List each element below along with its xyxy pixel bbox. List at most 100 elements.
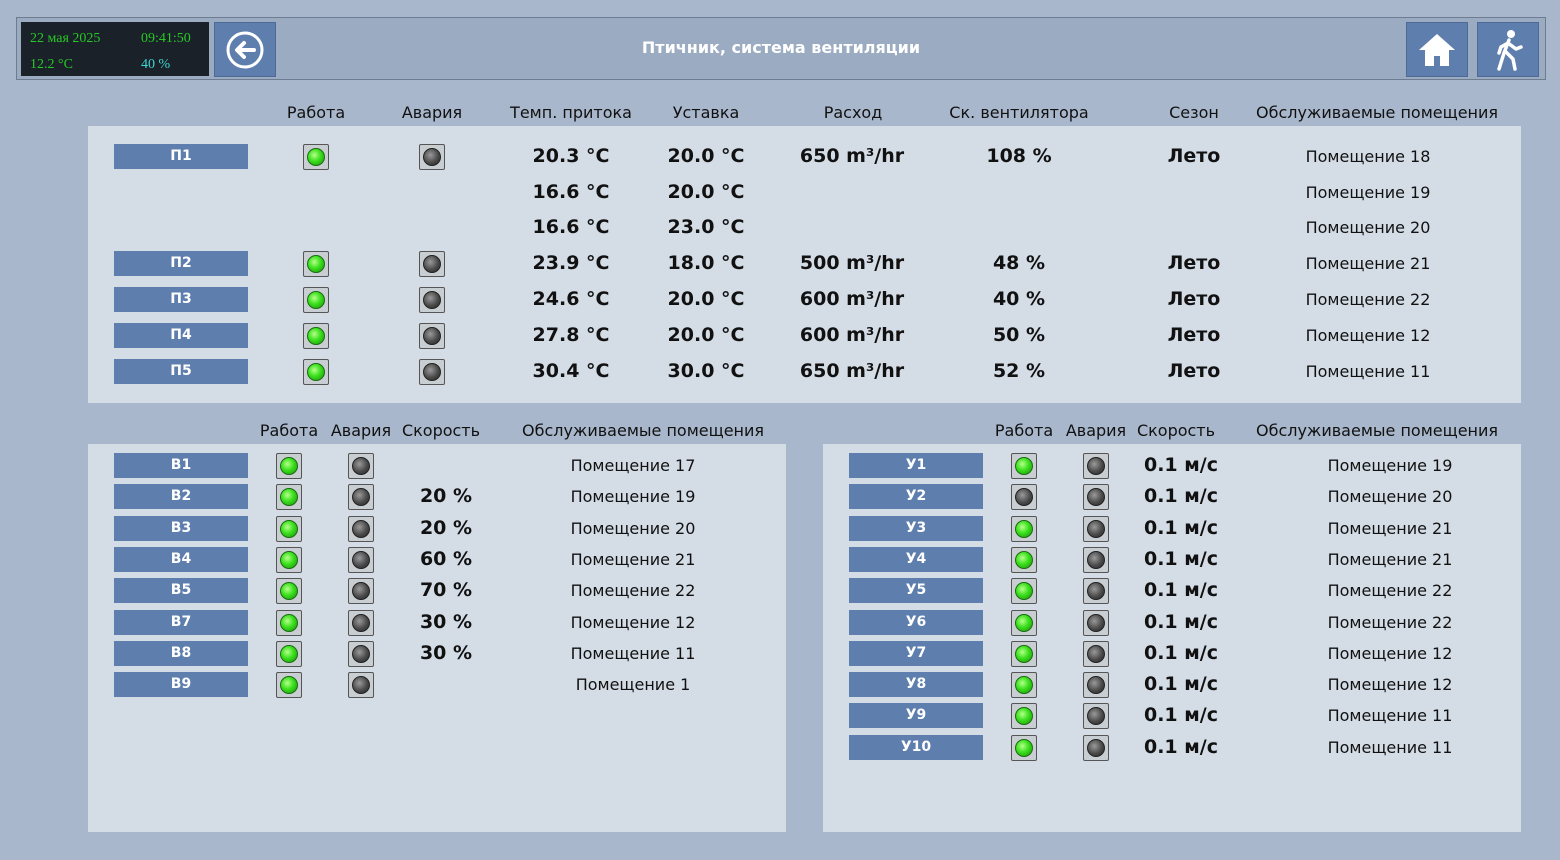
alarm-indicator [1083, 484, 1109, 511]
run-indicator [303, 287, 329, 313]
recirc-unit-button[interactable]: У6 [849, 609, 983, 635]
alarm-indicator [419, 251, 445, 277]
exhaust-unit-button[interactable]: В7 [114, 609, 248, 635]
recirc-unit-button[interactable]: У4 [849, 546, 983, 572]
supply-temperature: 16.6 °C [532, 181, 610, 203]
recirc-unit-button[interactable]: У1 [849, 453, 983, 478]
speed-value: 70 % [419, 579, 473, 602]
supply-header-alarm: Авария [401, 103, 463, 122]
exhaust-panel: В1 Помещение 17 В2 20 % Помещение 19 В3 20 % По… [88, 444, 786, 832]
run-indicator [303, 359, 329, 385]
served-room: Помещение 11 [1305, 362, 1431, 381]
served-room: Помещение 19 [1305, 183, 1431, 202]
exhaust-header-run: Работа [259, 421, 319, 440]
recirc-header-run: Работа [994, 421, 1054, 440]
supply-temperature: 23.9 °C [532, 252, 610, 274]
run-indicator [1011, 703, 1037, 730]
served-room: Помещение 22 [1327, 581, 1453, 601]
alarm-indicator [348, 453, 374, 479]
run-indicator [276, 672, 302, 699]
home-icon [1419, 33, 1455, 66]
supply-unit-button[interactable]: П1 [114, 144, 248, 169]
alarm-indicator [1083, 453, 1109, 479]
run-indicator [303, 251, 329, 277]
speed-value: 30 % [419, 641, 473, 664]
supply-header-season: Сезон [1169, 103, 1219, 122]
served-room: Помещение 12 [1327, 675, 1453, 695]
setpoint-value: 20.0 °C [667, 181, 745, 203]
exhaust-unit-button[interactable]: В1 [114, 453, 248, 478]
recirc-panel: У1 0.1 м/с Помещение 19 У2 0.1 м/с Помещение … [823, 444, 1521, 832]
recirc-unit-button[interactable]: У2 [849, 484, 983, 510]
flow-value: 500 m³/hr [799, 252, 905, 274]
alarm-indicator [1083, 546, 1109, 573]
exhaust-unit-button[interactable]: В9 [114, 672, 248, 698]
run-indicator [303, 323, 329, 349]
page-title: Птичник, система вентиляции [641, 38, 921, 57]
speed-value: 0.1 м/с [1143, 547, 1219, 570]
run-indicator [276, 515, 302, 542]
supply-header-temp: Темп. притока [510, 103, 632, 122]
run-indicator [1011, 672, 1037, 699]
supply-header-run: Работа [286, 103, 346, 122]
recirc-unit-button[interactable]: У5 [849, 578, 983, 604]
exhaust-unit-button[interactable]: В4 [114, 546, 248, 572]
status-date: 22 мая 2025 [30, 31, 101, 46]
alarm-indicator [1083, 578, 1109, 605]
fan-speed-value: 52 % [992, 360, 1046, 382]
supply-unit-button[interactable]: П3 [114, 287, 248, 312]
supply-unit-button[interactable]: П4 [114, 323, 248, 348]
flow-value: 600 m³/hr [799, 324, 905, 346]
flow-value: 600 m³/hr [799, 288, 905, 310]
exhaust-unit-button[interactable]: В5 [114, 578, 248, 604]
exhaust-unit-button[interactable]: В2 [114, 484, 248, 510]
served-room: Помещение 20 [1327, 487, 1453, 507]
recirc-unit-button[interactable]: У7 [849, 640, 983, 666]
served-room: Помещение 19 [570, 487, 696, 507]
setpoint-value: 23.0 °C [667, 216, 745, 238]
alarm-indicator [348, 672, 374, 699]
run-indicator [303, 144, 329, 170]
alarm-indicator [419, 287, 445, 313]
alarm-indicator [348, 484, 374, 511]
speed-value: 0.1 м/с [1143, 673, 1219, 696]
setpoint-value: 20.0 °C [667, 145, 745, 167]
season-value: Лето [1167, 252, 1221, 274]
served-room: Помещение 22 [1305, 290, 1431, 309]
run-indicator [276, 640, 302, 667]
home-button[interactable] [1406, 22, 1468, 77]
run-indicator [276, 453, 302, 479]
back-button[interactable] [214, 22, 276, 77]
recirc-unit-button[interactable]: У9 [849, 703, 983, 729]
exhaust-unit-button[interactable]: В3 [114, 515, 248, 541]
alarm-indicator [348, 578, 374, 605]
recirc-unit-button[interactable]: У10 [849, 734, 983, 760]
recirc-header-rooms: Обслуживаемые помещения [1255, 421, 1499, 440]
recirc-unit-button[interactable]: У8 [849, 672, 983, 698]
speed-value: 20 % [419, 485, 473, 508]
speed-value: 20 % [419, 516, 473, 539]
speed-value: 60 % [419, 547, 473, 570]
exhaust-unit-button[interactable]: В8 [114, 640, 248, 666]
status-humidity: 40 % [141, 57, 171, 72]
supply-unit-button[interactable]: П2 [114, 251, 248, 276]
supply-unit-button[interactable]: П5 [114, 359, 248, 384]
served-room: Помещение 22 [570, 581, 696, 601]
served-room: Помещение 1 [575, 675, 691, 695]
recirc-unit-button[interactable]: У3 [849, 515, 983, 541]
exhaust-header-rooms: Обслуживаемые помещения [521, 421, 765, 440]
supply-panel: П1 20.3 °C 20.0 °C 650 m³/hr 108 % Лето Помеще… [88, 126, 1521, 403]
speed-value: 0.1 м/с [1143, 516, 1219, 539]
run-indicator [1011, 546, 1037, 573]
exit-button[interactable] [1477, 22, 1539, 77]
served-room: Помещение 19 [1327, 456, 1453, 475]
flow-value: 650 m³/hr [799, 360, 905, 382]
alarm-indicator [1083, 703, 1109, 730]
run-indicator [276, 484, 302, 511]
season-value: Лето [1167, 324, 1221, 346]
run-indicator [1011, 578, 1037, 605]
fan-speed-value: 108 % [986, 145, 1052, 167]
alarm-indicator [348, 515, 374, 542]
served-room: Помещение 12 [1327, 643, 1453, 663]
served-room: Помещение 21 [1305, 254, 1431, 273]
